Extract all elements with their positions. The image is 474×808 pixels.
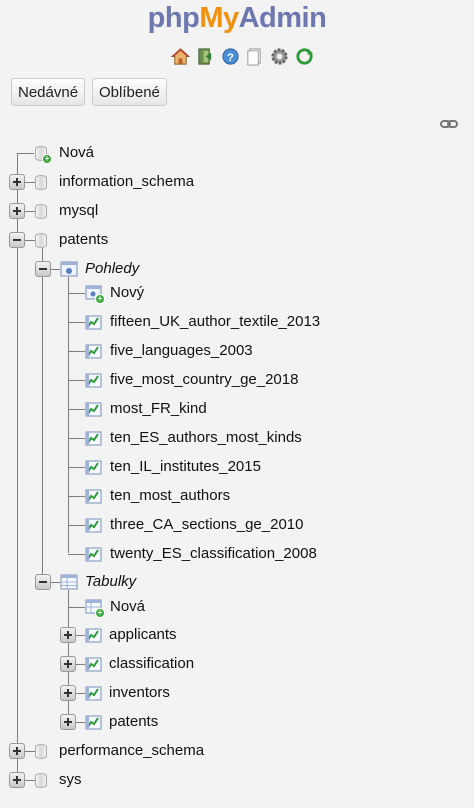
collapse-icon[interactable] [9, 232, 25, 248]
tree-line [68, 525, 85, 526]
tree-line-views [68, 277, 69, 553]
tree-line [68, 380, 85, 381]
logo-php: php [147, 2, 200, 34]
database-item-patents[interactable]: patents [59, 230, 108, 250]
tree-line [51, 582, 60, 583]
add-badge-icon: + [42, 154, 52, 164]
database-icon [35, 744, 47, 759]
tree-line [68, 607, 85, 608]
help-icon[interactable]: ? [221, 47, 240, 66]
view-icon [85, 401, 103, 417]
table-item[interactable]: classification [109, 654, 194, 674]
tree-line [25, 780, 35, 781]
expand-icon[interactable] [60, 685, 76, 701]
tree-line [76, 693, 85, 694]
tree-line [68, 467, 85, 468]
tables-folder-icon [60, 574, 78, 590]
expand-icon[interactable] [60, 714, 76, 730]
reload-icon[interactable] [295, 47, 314, 66]
expand-icon[interactable] [9, 743, 25, 759]
collapse-icon[interactable] [35, 261, 51, 277]
view-item[interactable]: three_CA_sections_ge_2010 [110, 515, 303, 535]
add-badge-icon: + [95, 294, 105, 304]
view-icon [85, 343, 103, 359]
collapse-icon[interactable] [35, 574, 51, 590]
tree-line [68, 351, 85, 352]
view-item[interactable]: ten_most_authors [110, 486, 230, 506]
view-icon [85, 314, 103, 330]
tree-line [51, 269, 60, 270]
database-item-mysql[interactable]: mysql [59, 201, 98, 221]
view-icon [85, 372, 103, 388]
logo-admin: Admin [238, 2, 327, 34]
tree-line [25, 182, 35, 183]
phpmyadmin-logo[interactable]: phpMyAdmin [0, 2, 474, 35]
tree-line-patents [42, 248, 43, 583]
tree-line [68, 438, 85, 439]
tree-line [76, 635, 85, 636]
tree-line [68, 496, 85, 497]
database-icon [35, 233, 47, 248]
favorite-tables-button[interactable]: Oblíbené [92, 78, 167, 106]
expand-icon[interactable] [60, 656, 76, 672]
table-item[interactable]: inventors [109, 683, 170, 703]
table-icon [85, 627, 103, 643]
tree-line [76, 664, 85, 665]
expand-icon[interactable] [9, 772, 25, 788]
database-item-information-schema[interactable]: information_schema [59, 172, 194, 192]
table-item[interactable]: patents [109, 712, 158, 732]
tree-line [76, 722, 85, 723]
link-with-main-panel-icon[interactable] [440, 118, 458, 130]
table-icon [85, 714, 103, 730]
views-folder-icon [60, 261, 78, 277]
database-item-performance-schema[interactable]: performance_schema [59, 741, 204, 761]
add-badge-icon: + [95, 608, 105, 618]
view-item[interactable]: twenty_ES_classification_2008 [110, 544, 317, 564]
tree-line [68, 554, 85, 555]
documentation-icon[interactable] [245, 47, 264, 66]
tree-line [25, 211, 35, 212]
view-icon [85, 430, 103, 446]
database-icon [35, 204, 47, 219]
svg-text:?: ? [227, 52, 234, 64]
expand-icon[interactable] [60, 627, 76, 643]
database-icon [35, 773, 47, 788]
logo-my: My [199, 2, 239, 34]
view-icon [85, 517, 103, 533]
expand-icon[interactable] [9, 203, 25, 219]
new-database-link[interactable]: Nová [59, 143, 94, 163]
tree-line [68, 293, 85, 294]
view-item[interactable]: ten_IL_institutes_2015 [110, 457, 261, 477]
new-view-link[interactable]: Nový [110, 283, 144, 303]
recent-tables-button[interactable]: Nedávné [11, 78, 86, 106]
views-group-label[interactable]: Pohledy [85, 259, 139, 279]
database-item-sys[interactable]: sys [59, 770, 82, 790]
table-item[interactable]: applicants [109, 625, 177, 645]
expand-icon[interactable] [9, 174, 25, 190]
view-item[interactable]: most_FR_kind [110, 399, 207, 419]
view-item[interactable]: five_languages_2003 [110, 341, 253, 361]
database-icon [35, 175, 47, 190]
table-icon [85, 685, 103, 701]
new-table-link[interactable]: Nová [110, 597, 145, 617]
view-item[interactable]: five_most_country_ge_2018 [110, 370, 298, 390]
view-item[interactable]: fifteen_UK_author_textile_2013 [110, 312, 320, 332]
tree-line [68, 409, 85, 410]
tables-group-label[interactable]: Tabulky [85, 572, 136, 592]
tree-line [68, 322, 85, 323]
view-icon [85, 546, 103, 562]
logout-icon[interactable] [196, 47, 215, 66]
view-item[interactable]: ten_ES_authors_most_kinds [110, 428, 302, 448]
home-icon[interactable] [171, 47, 190, 66]
tree-line [25, 751, 35, 752]
tree-line [17, 153, 34, 154]
view-icon [85, 488, 103, 504]
table-icon [85, 656, 103, 672]
tree-line [25, 240, 35, 241]
view-icon [85, 459, 103, 475]
settings-icon[interactable] [270, 47, 289, 66]
